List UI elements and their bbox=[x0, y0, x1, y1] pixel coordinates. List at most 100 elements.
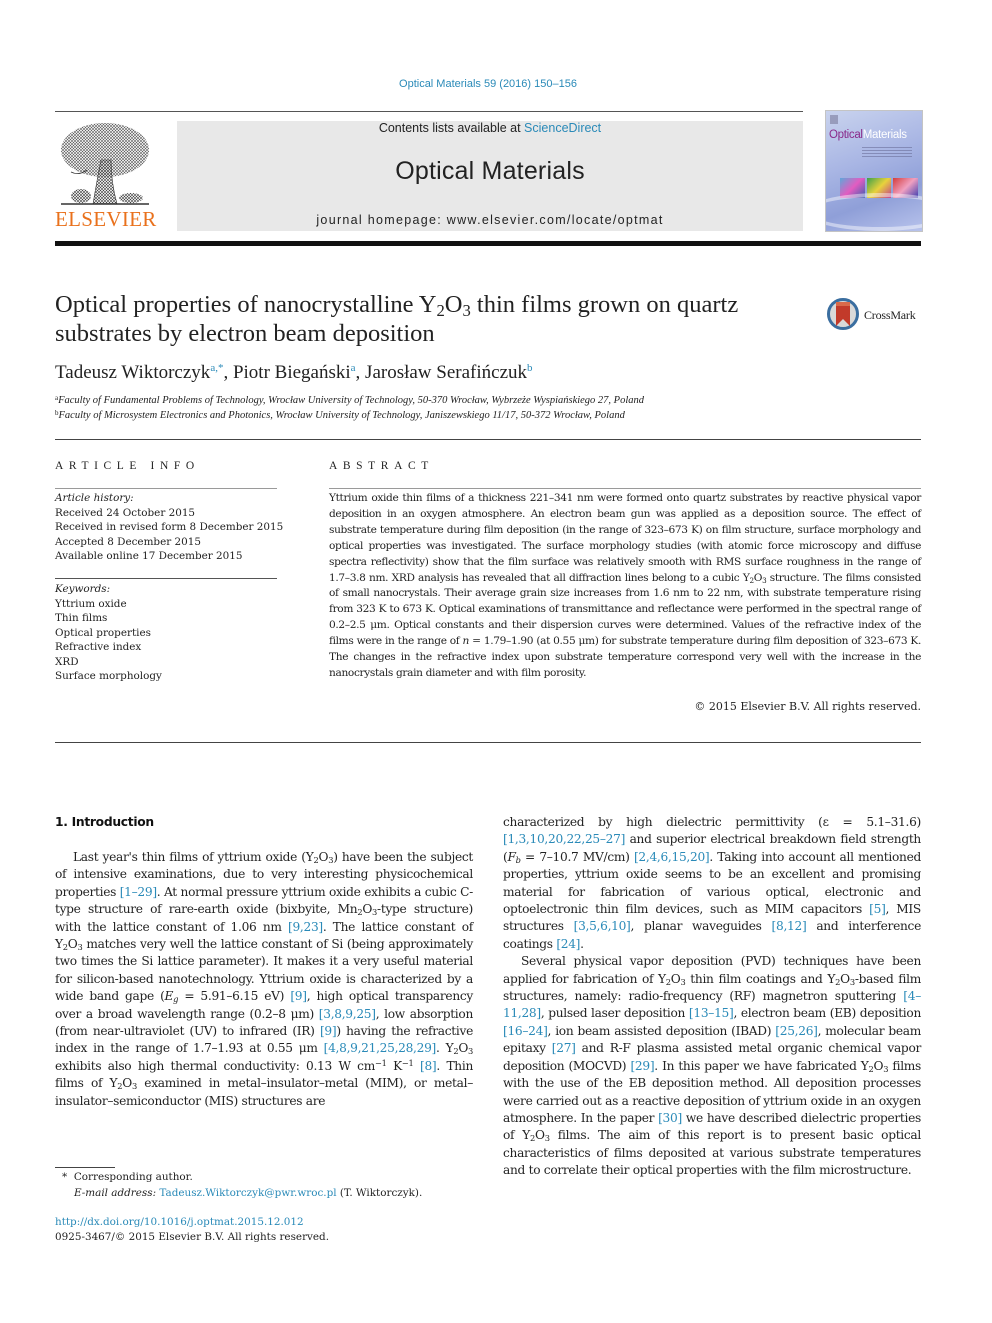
citation-link[interactable]: [1,3,10,20,22,25–27] bbox=[503, 832, 625, 846]
keyword-item: Refractive index bbox=[55, 641, 142, 653]
text: , planar waveguides bbox=[630, 919, 772, 934]
citation-link[interactable]: [9] bbox=[320, 1024, 337, 1038]
citation-link[interactable]: [3,8,9,25] bbox=[319, 1007, 376, 1021]
journal-masthead: Contents lists available at ScienceDirec… bbox=[177, 121, 803, 231]
citation-link[interactable]: [3,5,6,10] bbox=[574, 919, 631, 933]
keyword-item: Optical properties bbox=[55, 626, 151, 639]
subscript: 3 bbox=[468, 1046, 473, 1057]
text: O bbox=[873, 1058, 884, 1073]
intro-paragraph: Several physical vapor deposition (PVD) … bbox=[503, 953, 921, 1179]
footnote-text: Corresponding author. bbox=[73, 1171, 193, 1183]
variable-f: F bbox=[507, 849, 516, 864]
cover-title: OpticalMaterials bbox=[829, 129, 907, 141]
cover-title-part1: Optical bbox=[829, 129, 863, 141]
citation-link[interactable]: [25,26] bbox=[775, 1024, 818, 1038]
author-marks[interactable]: a,* bbox=[210, 362, 223, 374]
abstract-body: Yttrium oxide thin films of a thickness … bbox=[329, 491, 921, 682]
title-subscript-1: 2 bbox=[436, 301, 445, 321]
citation-link[interactable]: [4,8,9,21,25,28,29] bbox=[324, 1041, 437, 1055]
citation-link[interactable]: [2,4,6,15,20] bbox=[634, 850, 710, 864]
citation-link[interactable]: [9] bbox=[290, 989, 307, 1003]
keywords-label: Keywords: bbox=[55, 583, 111, 595]
citation-link[interactable]: [27] bbox=[552, 1041, 576, 1055]
text: . Y bbox=[436, 1041, 454, 1056]
crossmark-button[interactable]: CrossMark bbox=[826, 297, 926, 335]
text: O bbox=[362, 902, 373, 917]
email-link[interactable]: Tadeusz.Wiktorczyk@pwr.wroc.pl bbox=[159, 1187, 336, 1199]
paper-title: Optical properties of nanocrystalline Y2… bbox=[55, 290, 805, 348]
journal-homepage: journal homepage: www.elsevier.com/locat… bbox=[177, 213, 803, 227]
abstract-text: O bbox=[753, 571, 763, 584]
author-marks[interactable]: b bbox=[527, 362, 533, 374]
text: thin film coatings and Y bbox=[685, 971, 836, 986]
asterisk-mark: * bbox=[62, 1171, 68, 1183]
text: O bbox=[122, 1076, 132, 1091]
contents-prefix: Contents lists available at bbox=[378, 121, 525, 135]
citation-link[interactable]: [29] bbox=[630, 1059, 654, 1073]
title-text-1: Optical properties of nanocrystalline Y bbox=[55, 291, 437, 318]
article-info-divider bbox=[55, 488, 277, 489]
citation-link[interactable]: [1–29] bbox=[120, 885, 157, 899]
email-note: E-mail address: Tadeusz.Wiktorczyk@pwr.w… bbox=[74, 1187, 422, 1199]
author-name[interactable]: Piotr Biegański bbox=[233, 362, 351, 383]
email-label: E-mail address: bbox=[74, 1187, 157, 1199]
intro-right-column: characterized by high dielectric permitt… bbox=[503, 814, 921, 1180]
journal-citation-link[interactable]: Optical Materials 59 (2016) 150–156 bbox=[0, 78, 976, 90]
citation-link[interactable]: [13–15] bbox=[689, 1006, 734, 1020]
elsevier-tree-icon bbox=[61, 123, 149, 205]
doi-link[interactable]: http://dx.doi.org/10.1016/j.optmat.2015.… bbox=[55, 1216, 304, 1228]
affiliation-text: Faculty of Microsystem Electronics and P… bbox=[58, 410, 625, 421]
history-item: Available online 17 December 2015 bbox=[55, 550, 243, 562]
issn-line: 0925-3467/© 2015 Elsevier B.V. All right… bbox=[55, 1231, 330, 1243]
affiliation-text: Faculty of Fundamental Problems of Techn… bbox=[58, 395, 645, 406]
header-divider bbox=[55, 111, 803, 112]
text: characterized by high dielectric permitt… bbox=[503, 815, 921, 829]
history-label: Article history: bbox=[55, 492, 134, 504]
text: O bbox=[840, 971, 850, 986]
citation-link[interactable]: [16–24] bbox=[503, 1024, 548, 1038]
abstract-copyright: © 2015 Elsevier B.V. All rights reserved… bbox=[694, 700, 921, 713]
citation-link[interactable]: [30] bbox=[658, 1111, 682, 1125]
intro-paragraph: Last year's thin films of yttrium oxide … bbox=[55, 849, 473, 1110]
text: K bbox=[386, 1058, 402, 1073]
abstract-heading: ABSTRACT bbox=[329, 460, 434, 472]
title-text-2: O bbox=[444, 291, 463, 318]
text: . bbox=[580, 936, 584, 951]
citation-link[interactable]: [24] bbox=[556, 937, 580, 951]
elsevier-logo: ELSEVIER bbox=[55, 120, 156, 232]
text: films. The aim of this report is to pres… bbox=[503, 1128, 921, 1178]
corresponding-author-note: * Corresponding author. bbox=[62, 1171, 193, 1183]
history-item: Accepted 8 December 2015 bbox=[55, 535, 201, 548]
cover-publisher-icon bbox=[830, 115, 838, 124]
variable-e: E bbox=[164, 989, 174, 1004]
text: , electron beam (EB) deposition bbox=[733, 1006, 921, 1021]
homepage-prefix: journal homepage: bbox=[316, 213, 447, 227]
sciencedirect-link[interactable]: ScienceDirect bbox=[524, 121, 601, 135]
abstract-text: Yttrium oxide thin films of a thickness … bbox=[329, 492, 921, 584]
superscript: −1 bbox=[401, 1057, 414, 1068]
journal-title: Optical Materials bbox=[395, 157, 585, 185]
keywords-divider bbox=[55, 578, 277, 579]
keyword-item: XRD bbox=[55, 655, 79, 668]
title-subscript-2: 3 bbox=[462, 301, 471, 321]
homepage-link[interactable]: www.elsevier.com/locate/optmat bbox=[447, 213, 664, 227]
author-name[interactable]: Tadeusz Wiktorczyk bbox=[55, 362, 210, 383]
citation-link[interactable]: [9,23] bbox=[288, 920, 323, 934]
text: O bbox=[535, 1128, 545, 1143]
affiliation-b: bFaculty of Microsystem Electronics and … bbox=[55, 410, 625, 422]
text: O bbox=[67, 937, 78, 952]
text: . In this paper we have fabricated Y bbox=[654, 1058, 869, 1073]
citation-link[interactable]: [8,12] bbox=[772, 919, 807, 933]
citation-link[interactable]: [8] bbox=[420, 1059, 437, 1073]
section-heading-introduction: 1. Introduction bbox=[55, 815, 154, 829]
footnote-divider bbox=[55, 1167, 115, 1168]
author-marks[interactable]: a bbox=[351, 362, 356, 374]
history-item: Received in revised form 8 December 2015 bbox=[55, 521, 284, 533]
citation-link[interactable]: [5] bbox=[869, 902, 886, 916]
cover-subtitle-lines bbox=[862, 147, 912, 159]
article-history: Article history: Received 24 October 201… bbox=[55, 491, 284, 564]
keyword-item: Yttrium oxide bbox=[55, 597, 127, 610]
journal-cover-image[interactable]: OpticalMaterials bbox=[825, 110, 923, 232]
article-info-heading: ARTICLE INFO bbox=[55, 460, 200, 472]
author-name[interactable]: Jarosław Serafińczuk bbox=[365, 362, 527, 383]
